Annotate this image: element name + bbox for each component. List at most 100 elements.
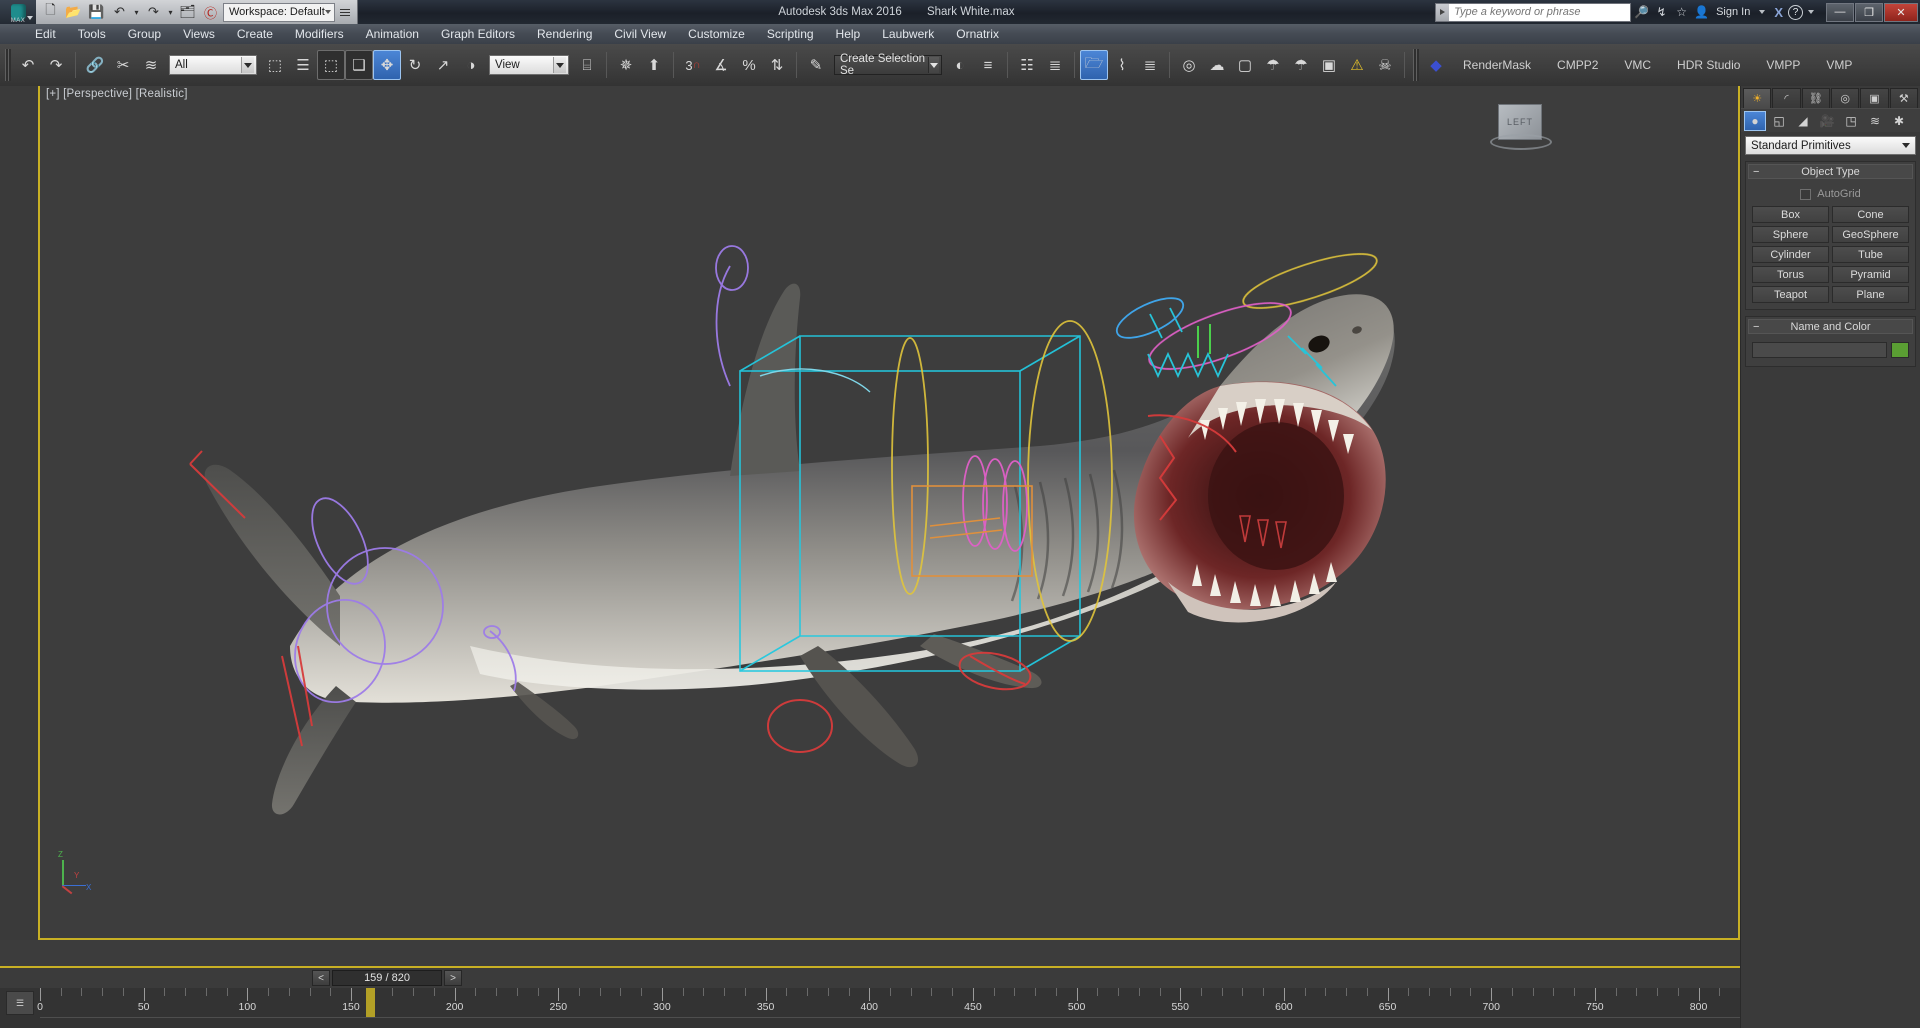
snaps-toggle-button[interactable]: 3 ∩ (679, 50, 707, 80)
binoculars-icon[interactable]: 🔎 (1632, 2, 1651, 22)
toggle-ribbon-button[interactable]: 🗁 (1080, 50, 1108, 80)
object-type-cone-button[interactable]: Cone (1832, 206, 1909, 223)
render-iterative-button[interactable]: ☂ (1287, 50, 1315, 80)
collapse-icon[interactable]: − (1753, 321, 1759, 333)
schematic-view-button[interactable]: ≣ (1136, 50, 1164, 80)
menu-item-tools[interactable]: Tools (67, 27, 117, 41)
workspace-selector[interactable]: Workspace: Default (223, 2, 335, 22)
material-editor-button[interactable]: ◎ (1175, 50, 1203, 80)
select-and-rotate-button[interactable]: ↻ (401, 50, 429, 80)
selection-filter-dropdown[interactable]: All (169, 55, 257, 75)
name-and-color-rollout-header[interactable]: − Name and Color (1748, 319, 1913, 334)
select-and-scale-button[interactable]: ↗ (429, 50, 457, 80)
plugin-menu-vmp[interactable]: VMP (1813, 58, 1865, 72)
window-crossing-button[interactable]: ❑ (345, 50, 373, 80)
undo-dropdown-icon[interactable]: ▾ (132, 2, 141, 22)
rendermask-plugin-icon[interactable]: ◆ (1422, 50, 1450, 80)
motion-tab[interactable]: ◎ (1830, 88, 1860, 108)
autogrid-row[interactable]: AutoGrid (1752, 188, 1909, 200)
rectangular-region-button[interactable]: ⬚ (317, 50, 345, 80)
utilities-tab[interactable]: ⚒ (1889, 88, 1918, 108)
search-input[interactable] (1449, 3, 1628, 21)
select-and-move-button[interactable]: ✥ (373, 50, 401, 80)
plugin-menu-cmpp2[interactable]: CMPP2 (1544, 58, 1611, 72)
current-frame-display[interactable]: 159 / 820 (332, 970, 442, 986)
plugin-menu-rendermask[interactable]: RenderMask (1450, 58, 1544, 72)
cameras-subtab[interactable]: 🎥 (1816, 111, 1838, 131)
shapes-subtab[interactable]: ◱ (1768, 111, 1790, 131)
use-pivot-center-button[interactable]: ⌸ (573, 50, 601, 80)
viewport-label[interactable]: [+] [Perspective] [Realistic] (46, 88, 188, 100)
menu-item-scripting[interactable]: Scripting (756, 27, 825, 41)
modify-tab[interactable]: ◜ (1772, 88, 1801, 108)
spinner-snap-button[interactable]: ⇅ (763, 50, 791, 80)
satellite-dish-icon[interactable]: ↯ (1652, 2, 1671, 22)
help-question-icon[interactable]: ? (1788, 4, 1803, 20)
undo-icon[interactable]: ↶ (109, 2, 130, 22)
object-type-geosphere-button[interactable]: GeoSphere (1832, 226, 1909, 243)
object-type-teapot-button[interactable]: Teapot (1752, 286, 1829, 303)
menu-item-laubwerk[interactable]: Laubwerk (871, 27, 945, 41)
autodesk-360-icon[interactable]: Ⓒ (200, 2, 221, 22)
reference-coordinate-system-dropdown[interactable]: View (489, 55, 569, 75)
chevron-down-icon[interactable] (1759, 10, 1766, 14)
next-frame-button[interactable]: > (444, 970, 462, 986)
angle-snap-button[interactable]: ∡ (707, 50, 735, 80)
search-dropdown-icon[interactable] (1436, 3, 1450, 21)
menu-item-views[interactable]: Views (172, 27, 226, 41)
menu-item-customize[interactable]: Customize (677, 27, 756, 41)
help-chevron-down-icon[interactable] (1808, 10, 1814, 14)
object-type-sphere-button[interactable]: Sphere (1752, 226, 1829, 243)
mirror-button[interactable]: ◐ (946, 50, 974, 80)
object-type-tube-button[interactable]: Tube (1832, 246, 1909, 263)
create-tab[interactable]: ☀ (1743, 88, 1772, 108)
lights-subtab[interactable]: ◢ (1792, 111, 1814, 131)
menu-item-graph-editors[interactable]: Graph Editors (430, 27, 526, 41)
scene-explorer-button[interactable]: ≣ (1041, 50, 1069, 80)
menu-item-help[interactable]: Help (825, 27, 872, 41)
menu-item-ornatrix[interactable]: Ornatrix (945, 27, 1010, 41)
object-type-box-button[interactable]: Box (1752, 206, 1829, 223)
user-account-icon[interactable]: 👤 (1692, 2, 1711, 22)
object-type-torus-button[interactable]: Torus (1752, 266, 1829, 283)
restore-button[interactable]: ❐ (1855, 2, 1883, 22)
viewport-canvas[interactable]: [+] [Perspective] [Realistic] LEFT Z X Y (38, 86, 1740, 940)
viewport-perspective[interactable]: [+] [Perspective] [Realistic] LEFT Z X Y (0, 86, 1740, 966)
plugin-menu-vmpp[interactable]: VMPP (1753, 58, 1813, 72)
close-button[interactable]: ✕ (1884, 2, 1918, 22)
object-category-dropdown[interactable]: Standard Primitives (1745, 136, 1916, 155)
time-slider-track[interactable]: < 159 / 820 > (0, 968, 1740, 988)
collapse-icon[interactable]: − (1753, 166, 1759, 178)
layer-manager-button[interactable]: ☷ (1013, 50, 1041, 80)
plugin-toolbar-grip[interactable] (1413, 49, 1419, 81)
favorites-star-icon[interactable]: ☆ (1672, 2, 1691, 22)
object-name-input[interactable] (1752, 342, 1887, 358)
search-box[interactable] (1435, 2, 1632, 22)
rendered-frame-window-button[interactable]: ▢ (1231, 50, 1259, 80)
track-bar-ruler[interactable]: 0 50 100 150 200 250 300 350 400 450 500 550 600 650 7… (37, 988, 1741, 1018)
curve-editor-button[interactable]: ⌇ (1108, 50, 1136, 80)
edit-named-selection-button[interactable]: ✎ (802, 50, 830, 80)
space-warps-subtab[interactable]: ≋ (1864, 111, 1886, 131)
menu-item-animation[interactable]: Animation (355, 27, 430, 41)
menu-item-modifiers[interactable]: Modifiers (284, 27, 355, 41)
undo-button[interactable]: ↶ (14, 50, 42, 80)
object-type-cylinder-button[interactable]: Cylinder (1752, 246, 1829, 263)
geometry-subtab[interactable]: ● (1744, 110, 1766, 131)
toolbar-grip[interactable] (5, 49, 11, 81)
object-type-plane-button[interactable]: Plane (1832, 286, 1909, 303)
qat-customize-button[interactable] (337, 3, 353, 22)
exchange-app-store-icon[interactable]: X (1770, 5, 1787, 20)
track-bar-toggle-icon[interactable]: ☰ (6, 991, 34, 1015)
align-button[interactable]: ≡ (974, 50, 1002, 80)
track-bar-playhead[interactable] (365, 988, 375, 1017)
application-menu-button[interactable]: MAX (0, 0, 36, 24)
autogrid-checkbox[interactable] (1800, 188, 1812, 200)
select-by-name-button[interactable]: ☰ (289, 50, 317, 80)
render-production-button[interactable]: ☂ (1259, 50, 1287, 80)
percent-snap-button[interactable]: % (735, 50, 763, 80)
open-asset-tracking-button[interactable]: ▣ (1315, 50, 1343, 80)
keyboard-shortcut-override-button[interactable]: ⬆ (640, 50, 668, 80)
sign-in-button[interactable]: Sign In (1712, 6, 1754, 18)
previous-frame-button[interactable]: < (312, 970, 330, 986)
